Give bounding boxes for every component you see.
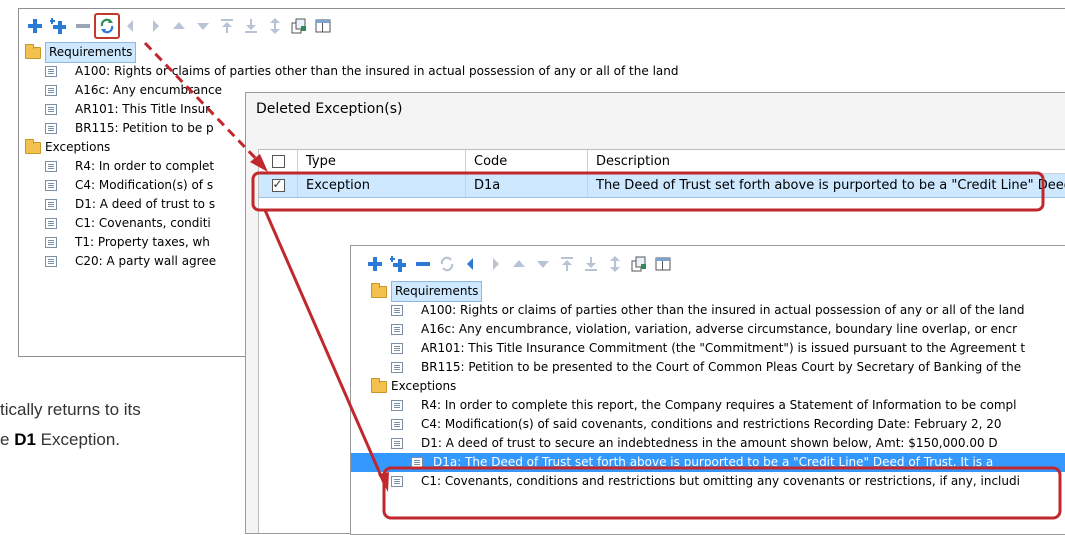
callout-dashed-arrow <box>143 41 264 167</box>
callout-row-box <box>251 171 1045 212</box>
callout-solid-line <box>263 209 387 486</box>
callout-tree-box <box>382 466 1062 520</box>
callout-overlay <box>143 41 1062 520</box>
